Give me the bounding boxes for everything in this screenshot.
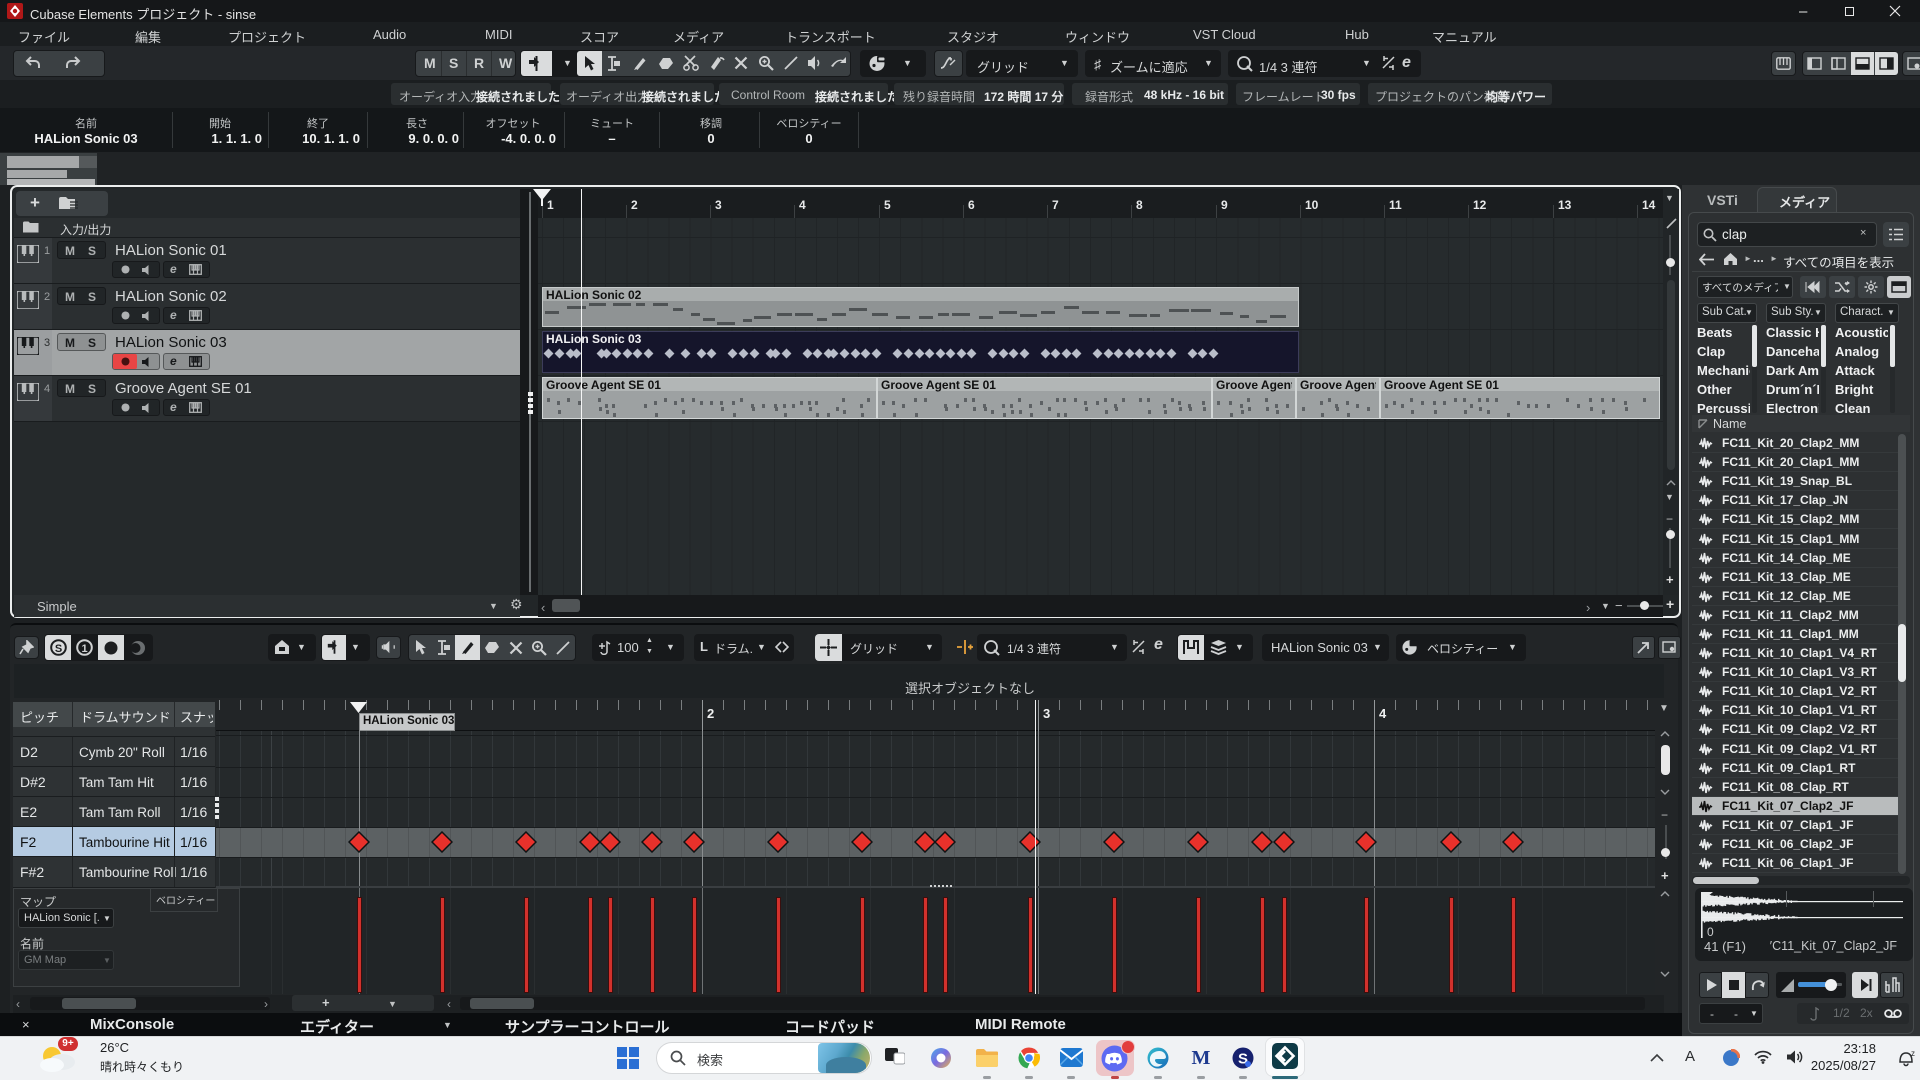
svg-text:M: M xyxy=(1192,1047,1211,1069)
svg-text:z: z xyxy=(1911,1049,1915,1058)
svg-text:1: 1 xyxy=(81,643,87,655)
svg-text:S: S xyxy=(55,643,62,655)
